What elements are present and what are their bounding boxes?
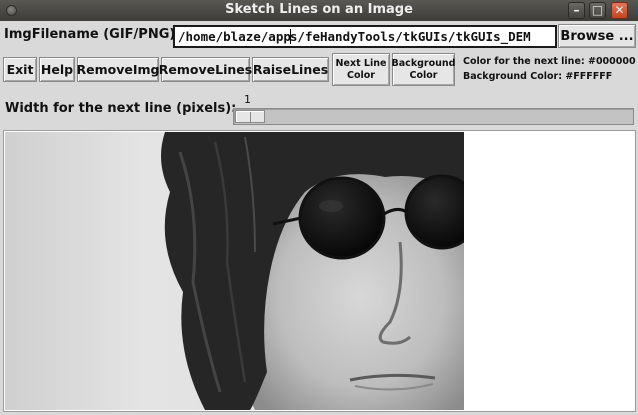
background-color-button[interactable]: Background Color <box>392 53 455 86</box>
minimize-icon[interactable]: – <box>568 2 585 19</box>
remove-image-button[interactable]: RemoveImg <box>77 57 159 82</box>
next-line-color-label-2: Color <box>347 69 375 81</box>
next-line-color-info: Color for the next line: #000000 <box>463 56 636 67</box>
line-width-value: 1 <box>244 93 251 106</box>
window-titlebar[interactable]: Sketch Lines on an Image – □ ✕ <box>0 0 638 21</box>
loaded-photo <box>5 132 464 410</box>
filename-text-before-caret: /home/blaze/app <box>178 29 291 44</box>
raise-lines-button[interactable]: RaiseLines <box>252 57 329 82</box>
background-color-info: Background Color: #FFFFFF <box>463 71 613 82</box>
exit-button[interactable]: Exit <box>3 57 37 82</box>
drawing-canvas[interactable] <box>3 130 636 412</box>
next-line-color-button[interactable]: Next Line Color <box>332 53 390 86</box>
background-color-label-2: Color <box>409 69 438 81</box>
window-title: Sketch Lines on an Image <box>225 2 413 17</box>
filename-text-after-caret: s/feHandyTools/tkGUIs/tkGUIs_DEM <box>289 29 531 44</box>
remove-lines-button[interactable]: RemoveLines <box>159 57 252 82</box>
line-width-label: Width for the next line (pixels): <box>5 101 237 116</box>
line-width-slider-handle[interactable] <box>235 110 265 123</box>
line-width-scale[interactable] <box>233 108 634 125</box>
filename-entry[interactable]: /home/blaze/apps/feHandyTools/tkGUIs/tkG… <box>173 25 557 48</box>
close-icon[interactable]: ✕ <box>611 2 628 19</box>
browse-button[interactable]: Browse ... <box>558 24 636 48</box>
next-line-color-label-1: Next Line <box>335 57 387 69</box>
background-color-label-1: Background <box>391 57 456 69</box>
help-button[interactable]: Help <box>39 57 75 82</box>
maximize-icon[interactable]: □ <box>589 2 606 19</box>
app-body: ImgFilename (GIF/PNG): /home/blaze/apps/… <box>0 21 638 415</box>
filename-label: ImgFilename (GIF/PNG): <box>4 27 181 42</box>
